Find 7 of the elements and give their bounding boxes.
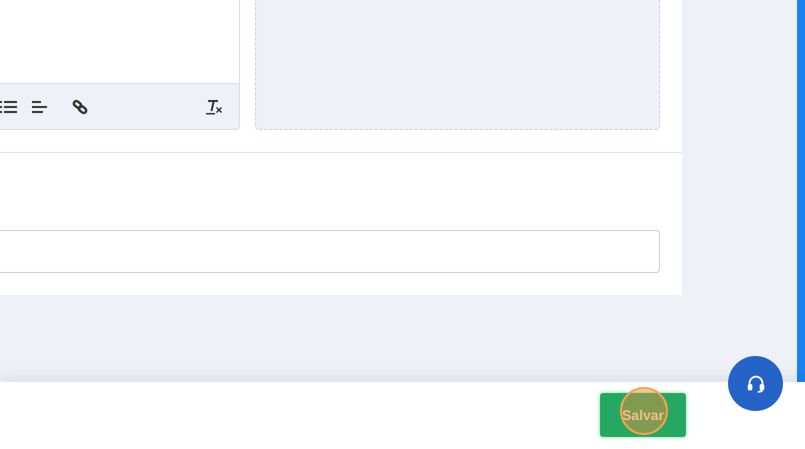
- click-indicator: [620, 387, 668, 435]
- align-left-icon[interactable]: [32, 98, 48, 114]
- bulleted-list-icon[interactable]: [0, 98, 18, 114]
- link-icon[interactable]: [72, 98, 88, 114]
- clear-formatting-icon[interactable]: [205, 98, 223, 114]
- input-field[interactable]: [0, 230, 660, 273]
- save-button[interactable]: Salvar: [600, 393, 686, 437]
